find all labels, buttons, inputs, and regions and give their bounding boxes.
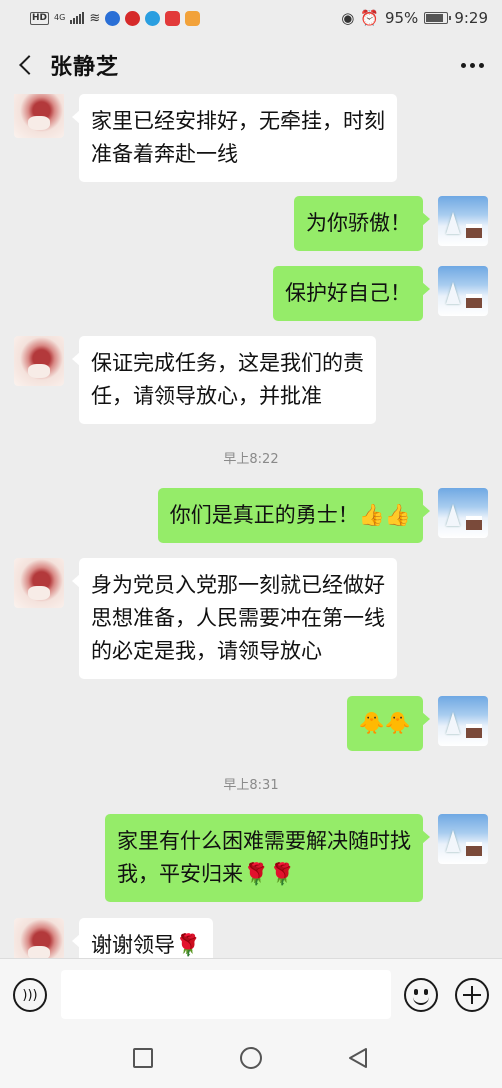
self-avatar[interactable] — [438, 196, 488, 246]
plus-icon[interactable] — [455, 978, 489, 1012]
contact-avatar[interactable] — [14, 336, 64, 386]
message-bubble[interactable]: 家里有什么困难需要解决随时找 我，平安归来🌹🌹 — [105, 814, 430, 902]
contact-avatar[interactable] — [14, 558, 64, 608]
signal-icon — [70, 12, 85, 24]
chat-title: 张静芝 — [50, 55, 120, 80]
status-bar: HD 4G ≋ ◉ ⏰ 95% 9:29 — [0, 0, 502, 36]
system-nav-bar — [0, 1028, 502, 1088]
app-icon-4 — [165, 10, 181, 26]
message-input[interactable] — [61, 970, 391, 1019]
message-bubble[interactable]: 家里已经安排好，无牵挂，时刻 准备着奔赴一线 — [72, 94, 397, 182]
battery-icon — [424, 12, 452, 24]
title-bar: 张静芝 — [0, 36, 502, 94]
chat-area[interactable]: 家里已经安排好，无牵挂，时刻 准备着奔赴一线 为你骄傲！ 保护好自己！ 保证完成… — [0, 94, 502, 958]
message-bubble[interactable]: 保证完成任务，这是我们的责 任，请领导放心，并批准 — [72, 336, 376, 424]
app-icon-2 — [125, 10, 141, 26]
input-bar: ))) — [0, 958, 502, 1028]
message-bubble[interactable]: 你们是真正的勇士！👍👍 — [157, 488, 431, 543]
home-icon[interactable] — [240, 1047, 262, 1069]
contact-avatar[interactable] — [14, 94, 64, 138]
self-avatar[interactable] — [438, 266, 488, 316]
eye-icon: ◉ — [341, 9, 355, 27]
contact-avatar[interactable] — [14, 918, 64, 958]
status-right: ◉ ⏰ 95% 9:29 — [341, 9, 488, 27]
emoji-icon[interactable] — [404, 978, 438, 1012]
alarm-icon: ⏰ — [360, 9, 379, 27]
clock: 9:29 — [454, 9, 488, 27]
message-bubble[interactable]: 🐥🐥 — [346, 696, 431, 751]
back-arrow-icon[interactable] — [0, 36, 50, 94]
back-icon[interactable] — [346, 1046, 370, 1070]
voice-icon[interactable]: ))) — [13, 978, 47, 1012]
app-icon-3 — [145, 10, 161, 26]
status-left: HD 4G ≋ — [30, 10, 201, 26]
timestamp: 早上8:22 — [223, 452, 279, 467]
self-avatar[interactable] — [438, 696, 488, 746]
more-icon[interactable] — [442, 36, 502, 94]
message-bubble[interactable]: 为你骄傲！ — [294, 196, 430, 251]
app-icon-5 — [185, 10, 201, 26]
self-avatar[interactable] — [438, 814, 488, 864]
recent-apps-icon[interactable] — [133, 1048, 153, 1068]
network-type: 4G — [54, 13, 66, 22]
self-avatar[interactable] — [438, 488, 488, 538]
app-icon-1 — [105, 10, 121, 26]
message-bubble[interactable]: 身为党员入党那一刻就已经做好 思想准备，人民需要冲在第一线 的必定是我，请领导放… — [72, 558, 397, 679]
message-bubble[interactable]: 谢谢领导🌹 — [71, 918, 214, 958]
timestamp: 早上8:31 — [223, 778, 279, 793]
hd-icon: HD — [30, 11, 50, 25]
battery-percent: 95% — [384, 9, 419, 27]
wifi-icon: ≋ — [89, 10, 101, 26]
message-bubble[interactable]: 保护好自己！ — [273, 266, 430, 321]
